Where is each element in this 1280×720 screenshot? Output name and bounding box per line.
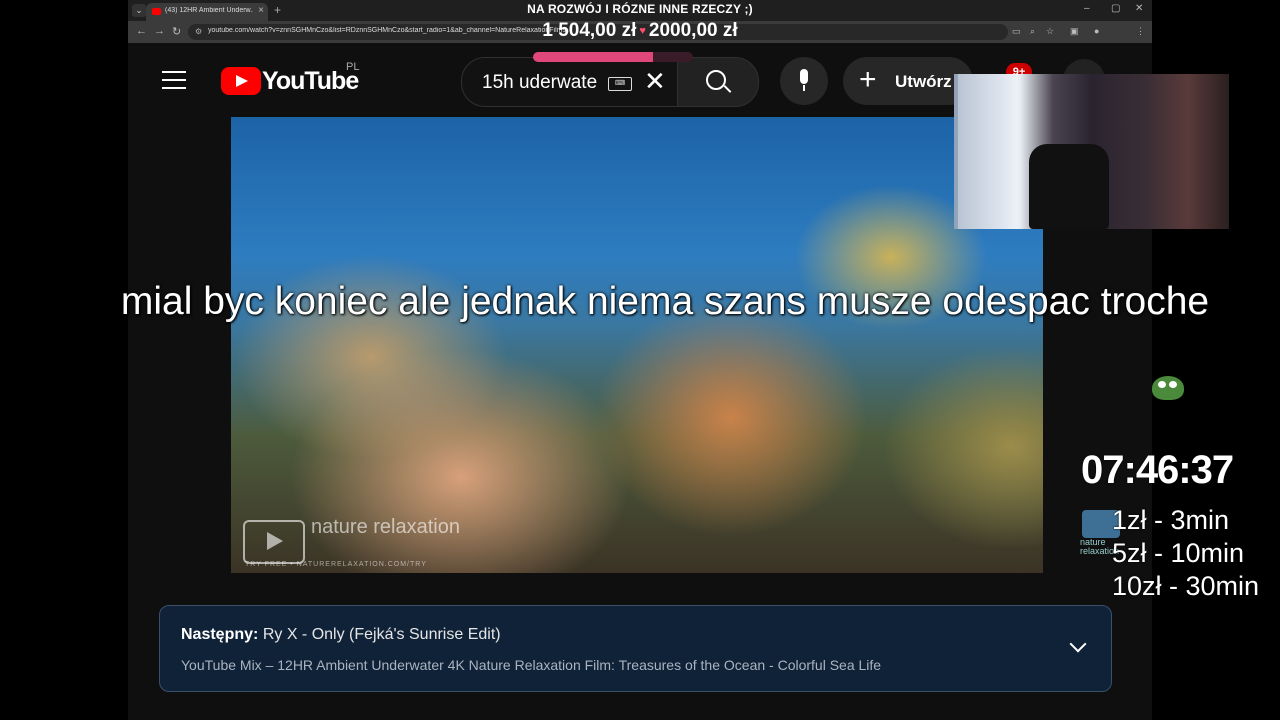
next-subtitle: YouTube Mix – 12HR Ambient Underwater 4K… [181, 657, 882, 673]
clear-search-icon[interactable]: ✕ [644, 67, 666, 95]
subathon-timer: 07:46:37 [1081, 448, 1234, 492]
pepe-emote-icon [1152, 376, 1184, 400]
keyboard-icon[interactable]: ⌨ [608, 77, 632, 91]
goal-current: 1 504,00 zł [542, 20, 637, 41]
youtube-logo-text[interactable]: YouTube [262, 67, 359, 96]
create-label: Utwórz [895, 72, 952, 91]
goal-target: 2000,00 zł [648, 20, 738, 41]
price-item: 1zł - 3min [1112, 505, 1230, 535]
search-input[interactable]: 15h uderwate ⌨ ✕ [461, 57, 679, 107]
mic-icon [800, 69, 808, 84]
voice-search-button[interactable] [780, 57, 828, 105]
video-watermark: nature relaxation [311, 516, 460, 538]
up-next-card[interactable]: Następny: Ry X - Only (Fejká's Sunrise E… [159, 605, 1112, 692]
next-label: Następny: [181, 626, 259, 643]
gaming-chair [1029, 144, 1109, 229]
price-item: 10zł - 30min [1112, 571, 1260, 601]
donation-goal-amount: 1 504,00 zł ♥ 2000,00 zł [0, 20, 1280, 42]
heart-icon: ♥ [639, 24, 646, 37]
video-watermark-url: TRY FREE • NATURERELAXATION.COM/TRY [245, 561, 427, 568]
country-code: PL [346, 61, 360, 73]
search-button[interactable] [677, 57, 759, 107]
video-player[interactable]: nature relaxation TRY FREE • NATURERELAX… [231, 117, 1043, 573]
menu-icon[interactable] [162, 71, 186, 89]
next-title: Ry X - Only (Fejká's Sunrise Edit) [262, 626, 501, 643]
nature-relaxation-logo-icon [243, 520, 305, 564]
stream-caption: mial byc koniec ale jednak niema szans m… [120, 280, 1210, 323]
price-item: 5zł - 10min [1112, 538, 1245, 568]
webcam-overlay [954, 74, 1229, 229]
chevron-down-icon[interactable] [1069, 635, 1087, 653]
search-icon [706, 70, 726, 90]
plus-icon: + [859, 63, 877, 96]
donation-goal-progress [533, 52, 693, 62]
goal-progress-fill [533, 52, 653, 62]
donation-goal-title: NA ROZWÓJ I RÓZNE INNE RZECZY ;) [527, 2, 753, 16]
search-value: 15h uderwate [482, 72, 598, 93]
youtube-logo-icon[interactable] [221, 67, 261, 95]
